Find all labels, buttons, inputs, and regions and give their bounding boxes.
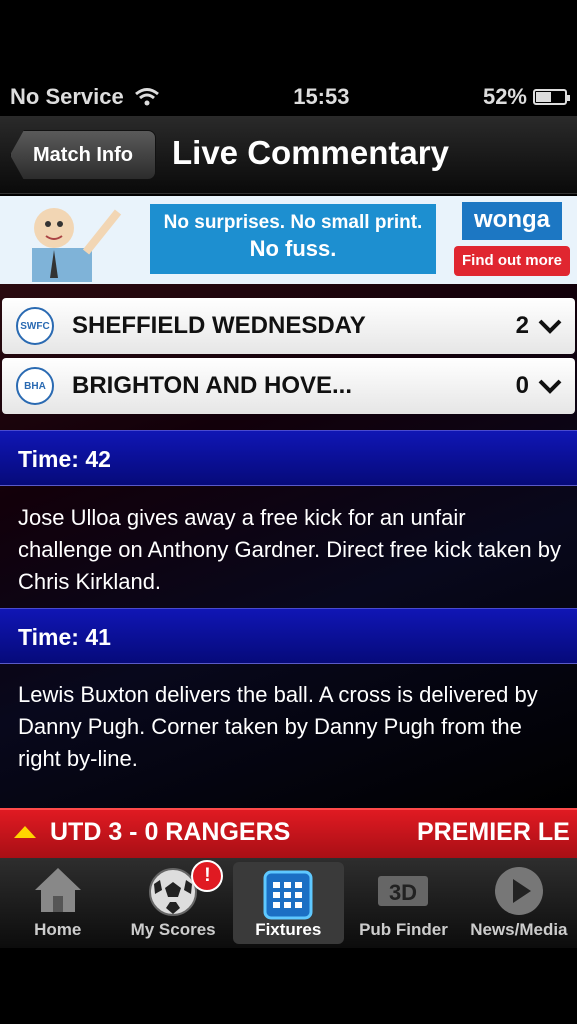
tab-fixtures[interactable]: Fixtures xyxy=(232,862,344,944)
tab-label: News/Media xyxy=(470,920,568,939)
score-ticker[interactable]: UTD 3 - 0 RANGERS PREMIER LE xyxy=(0,808,577,858)
advert-banner[interactable]: No surprises. No small print. No fuss. w… xyxy=(0,196,577,284)
battery-percent: 52% xyxy=(482,84,527,109)
play-icon xyxy=(494,867,543,915)
ticker-up-arrow-icon[interactable] xyxy=(14,826,36,838)
ticker-score-text: UTD 3 - 0 RANGERS xyxy=(50,818,291,846)
back-button[interactable]: Match Info xyxy=(10,130,156,180)
ticker-league-text: PREMIER LE xyxy=(417,818,570,846)
status-bar: No Service 15:53 52% xyxy=(0,78,577,116)
battery-icon xyxy=(533,89,570,105)
advert-cta-button[interactable]: Find out more xyxy=(454,246,570,276)
team-crest-icon: SWFC xyxy=(16,307,54,345)
grid-icon xyxy=(263,870,313,920)
tab-my-scores[interactable]: ! My Scores xyxy=(115,858,230,948)
notification-badge: ! xyxy=(191,860,224,892)
commentary-text: Jose Ulloa gives away a free kick for an… xyxy=(18,505,561,594)
tab-news-media[interactable]: News/Media xyxy=(461,858,576,948)
team-crest-icon: BHA xyxy=(16,367,54,405)
tab-label: Home xyxy=(34,920,82,939)
commentary-time-header: Time: 42 xyxy=(0,430,577,486)
tab-label: Pub Finder xyxy=(359,920,448,939)
team-name: SHEFFIELD WEDNESDAY xyxy=(72,312,366,339)
advert-line-1: No surprises. No small print. xyxy=(163,212,423,233)
nav-bar: Match Info Live Commentary xyxy=(0,116,577,194)
carrier-label: No Service xyxy=(10,84,124,109)
svg-text:3D: 3D xyxy=(389,880,417,905)
chevron-down-icon[interactable] xyxy=(537,376,563,396)
tab-pub-finder[interactable]: 3D Pub Finder xyxy=(346,858,461,948)
advert-message: No surprises. No small print. No fuss. xyxy=(150,204,436,274)
tab-home[interactable]: Home xyxy=(0,858,115,948)
commentary-text: Lewis Buxton delivers the ball. A cross … xyxy=(18,682,538,771)
status-time: 15:53 xyxy=(293,84,350,109)
tab-label: Fixtures xyxy=(255,920,322,939)
chevron-down-icon[interactable] xyxy=(537,316,563,336)
team-row-home[interactable]: SWFC SHEFFIELD WEDNESDAY 2 xyxy=(2,298,575,354)
wifi-icon xyxy=(134,88,159,106)
house-icon xyxy=(34,868,81,912)
commentary-time-header: Time: 41 xyxy=(0,608,577,664)
tab-label: My Scores xyxy=(130,920,216,939)
team-row-away[interactable]: BHA BRIGHTON AND HOVE... 0 xyxy=(2,358,575,414)
team-score: 2 xyxy=(515,312,529,339)
advert-line-2: No fuss. xyxy=(249,236,337,261)
tab-bar: Home ! My Scores Fixtures 3D Pub Finder xyxy=(0,858,577,948)
mascot-image xyxy=(32,208,122,282)
team-name: BRIGHTON AND HOVE... xyxy=(72,372,353,399)
team-score: 0 xyxy=(515,372,529,399)
3d-icon: 3D xyxy=(378,876,429,906)
advert-brand-logo: wonga xyxy=(462,202,562,240)
page-title: Live Commentary xyxy=(172,134,449,171)
